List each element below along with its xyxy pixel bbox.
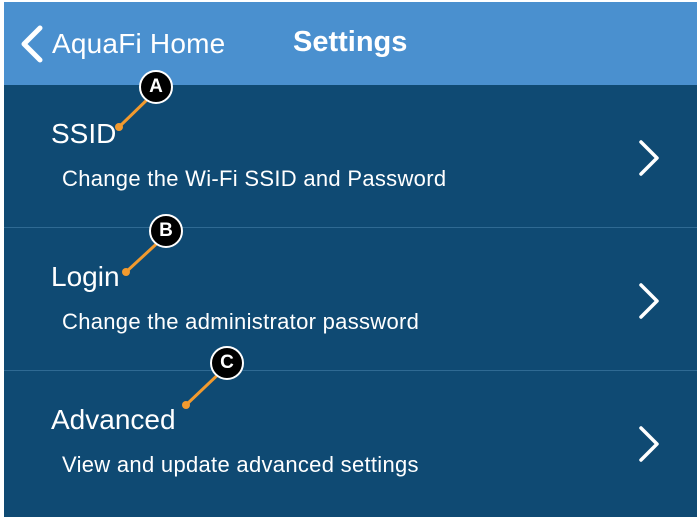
settings-item-subtitle: Change the administrator password bbox=[62, 309, 420, 334]
callout-marker-c: C bbox=[210, 346, 244, 380]
settings-item-ssid[interactable]: SSID Change the Wi-Fi SSID and Password bbox=[4, 86, 697, 226]
settings-item-subtitle: View and update advanced settings bbox=[62, 452, 419, 477]
settings-item-title: Login bbox=[51, 261, 120, 292]
chevron-right-icon bbox=[639, 283, 659, 319]
divider bbox=[4, 227, 697, 228]
back-button-label: AquaFi Home bbox=[52, 28, 226, 59]
settings-item-title: Advanced bbox=[51, 404, 176, 435]
divider bbox=[4, 370, 697, 371]
settings-item-subtitle: Change the Wi-Fi SSID and Password bbox=[62, 166, 447, 191]
navigation-bar: AquaFi Home Settings bbox=[4, 2, 697, 85]
settings-screen: AquaFi Home Settings SSID Change the Wi-… bbox=[4, 2, 697, 517]
chevron-right-icon bbox=[639, 140, 659, 176]
chevron-left-icon bbox=[21, 25, 43, 63]
back-button[interactable]: AquaFi Home bbox=[18, 22, 225, 66]
settings-item-login[interactable]: Login Change the administrator password bbox=[4, 229, 697, 369]
callout-marker-a: A bbox=[139, 70, 173, 104]
settings-item-title: SSID bbox=[51, 118, 117, 149]
settings-item-advanced[interactable]: Advanced View and update advanced settin… bbox=[4, 372, 697, 512]
chevron-right-icon bbox=[639, 426, 659, 462]
page-title: Settings bbox=[293, 26, 408, 58]
callout-marker-b: B bbox=[149, 214, 183, 248]
